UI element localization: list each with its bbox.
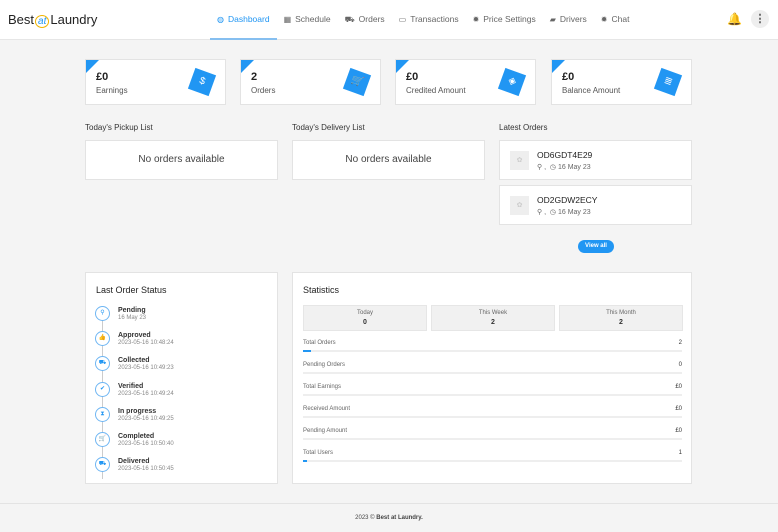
nav-icon: ▭	[398, 15, 407, 24]
stat-row: Total Orders 2	[303, 340, 682, 362]
progress-bar	[303, 460, 682, 462]
status-step: 🛒 Completed 2023-05-16 10:50:40	[94, 431, 174, 457]
step-icon: ⛟	[95, 457, 110, 473]
nav-chat[interactable]: ✹ Chat	[594, 0, 637, 40]
nav-orders[interactable]: ⛟ Orders	[338, 0, 392, 40]
stat-icon: $	[187, 67, 217, 97]
nav-dashboard[interactable]: ◍ Dashboard	[210, 0, 277, 40]
more-menu-button[interactable]: ⋮	[751, 10, 769, 28]
stat-card: 2 Orders 🛒	[240, 59, 381, 105]
step-icon: ⧗	[95, 406, 110, 422]
nav-icon: ✹	[600, 15, 608, 24]
nav-icon: ▰	[549, 15, 556, 24]
step-icon: ⚲	[95, 306, 110, 321]
latest-orders-title: Latest Orders	[499, 123, 548, 132]
status-step: ⛟ Delivered 2023-05-16 10:50:45	[94, 457, 174, 482]
progress-bar	[303, 350, 682, 352]
period-box: Today 0	[303, 305, 427, 331]
order-thumbnail-icon: ✿	[510, 151, 529, 170]
period-box: This Week 2	[431, 305, 555, 331]
logo[interactable]: Best at Laundry	[8, 12, 97, 28]
delivery-list: No orders available	[292, 140, 485, 180]
status-step: ✔ Verified 2023-05-16 10:49:24	[94, 381, 174, 407]
nav-icon: ◍	[217, 15, 224, 24]
nav-price-settings[interactable]: ✹ Price Settings	[466, 0, 543, 40]
last-order-status-card: Last Order Status ⚲ Pending 16 May 23 👍 Appr…	[85, 272, 278, 484]
stat-row: Total Earnings £0	[303, 384, 682, 406]
status-step: ⧗ In progress 2023-05-16 10:49:25	[94, 406, 174, 432]
progress-bar	[303, 438, 682, 440]
progress-bar	[303, 394, 682, 396]
progress-bar	[303, 416, 682, 418]
top-navbar: Best at Laundry ◍ Dashboard ▦ Schedule ⛟ Orders…	[0, 0, 778, 40]
stat-row: Received Amount £0	[303, 406, 682, 428]
step-icon: 👍	[95, 331, 110, 347]
order-item[interactable]: ✿ OD2GDW2ECY ⚲ , ◷ 16 May 23	[499, 185, 692, 225]
status-title: Last Order Status	[96, 285, 167, 295]
nav-schedule[interactable]: ▦ Schedule	[277, 0, 338, 40]
bell-icon[interactable]: 🔔	[727, 12, 742, 26]
period-box: This Month 2	[559, 305, 683, 331]
progress-bar	[303, 372, 682, 374]
view-all-button[interactable]: View all	[578, 240, 614, 253]
nav-icon: ✹	[472, 15, 480, 24]
stat-icon: ◈	[497, 67, 527, 97]
stat-icon: 🛒	[342, 67, 372, 97]
order-item[interactable]: ✿ OD6GDT4E29 ⚲ , ◷ 16 May 23	[499, 140, 692, 180]
main-nav: ◍ Dashboard ▦ Schedule ⛟ Orders ▭ Transactions ✹…	[210, 0, 636, 40]
stat-card: £0 Earnings $	[85, 59, 226, 105]
stat-card: £0 Credited Amount ◈	[395, 59, 536, 105]
pickup-title: Today's Pickup List	[85, 123, 153, 132]
stat-icon: ≣	[653, 67, 683, 97]
status-step: ⛟ Collected 2023-05-16 10:49:23	[94, 356, 174, 381]
pickup-list: No orders available	[85, 140, 278, 180]
stat-row: Pending Orders 0	[303, 362, 682, 384]
delivery-title: Today's Delivery List	[292, 123, 365, 132]
nav-icon: ▦	[283, 15, 292, 24]
stat-card: £0 Balance Amount ≣	[551, 59, 692, 105]
nav-transactions[interactable]: ▭ Transactions	[392, 0, 466, 40]
step-icon: ⛟	[95, 356, 110, 372]
nav-icon: ⛟	[344, 15, 355, 24]
statistics-card: Statistics Today 0 This Week 2 This Month 2 T…	[292, 272, 692, 484]
order-thumbnail-icon: ✿	[510, 196, 529, 215]
stat-row: Total Users 1	[303, 450, 682, 472]
footer: 2023 © Best at Laundry.	[0, 503, 778, 531]
status-step: 👍 Approved 2023-05-16 10:48:24	[94, 331, 174, 356]
step-icon: 🛒	[95, 431, 110, 447]
nav-drivers[interactable]: ▰ Drivers	[543, 0, 594, 40]
status-step: ⚲ Pending 16 May 23	[94, 306, 174, 331]
statistics-title: Statistics	[303, 285, 340, 295]
step-icon: ✔	[95, 381, 110, 397]
stat-row: Pending Amount £0	[303, 428, 682, 450]
